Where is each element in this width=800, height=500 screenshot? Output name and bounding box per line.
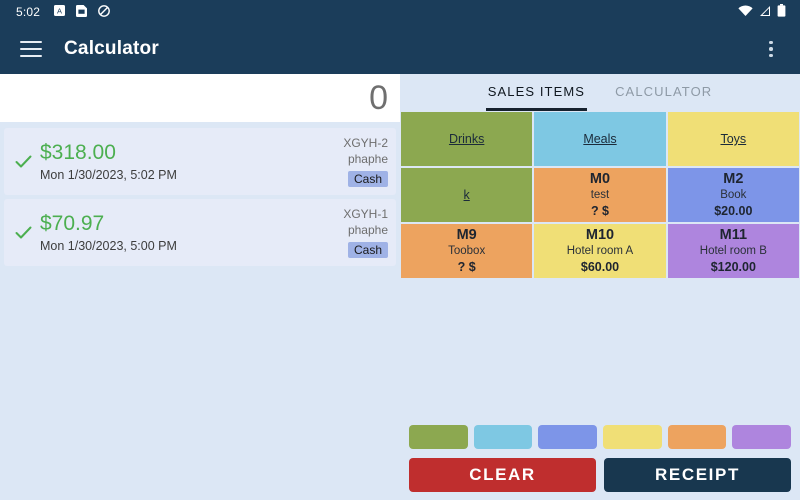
transaction-datetime: Mon 1/30/2023, 5:02 PM bbox=[40, 167, 177, 182]
color-swatch-cyan[interactable] bbox=[473, 425, 533, 449]
item-code: M10 bbox=[585, 227, 615, 244]
item-price: $120.00 bbox=[710, 259, 756, 274]
color-swatch-purple[interactable] bbox=[732, 425, 792, 449]
check-icon bbox=[10, 207, 36, 258]
item-cell-m0[interactable]: M0 test ? $ bbox=[534, 168, 666, 222]
battery-icon bbox=[777, 4, 786, 20]
item-cell-m11[interactable]: M11 Hotel room B $120.00 bbox=[667, 224, 799, 278]
category-cell-drinks[interactable]: Drinks bbox=[401, 112, 533, 166]
color-swatch-orange[interactable] bbox=[667, 425, 727, 449]
item-cell-m10[interactable]: M10 Hotel room A $60.00 bbox=[534, 224, 666, 278]
item-code: M9 bbox=[456, 227, 477, 244]
page-title: Calculator bbox=[64, 38, 159, 59]
item-name: Book bbox=[720, 188, 747, 201]
item-price: ? $ bbox=[590, 203, 610, 218]
item-code: M11 bbox=[719, 227, 748, 244]
amount-display[interactable]: 0 bbox=[0, 74, 400, 122]
bottom-controls: CLEAR RECEIPT bbox=[400, 425, 800, 500]
transaction-datetime: Mon 1/30/2023, 5:00 PM bbox=[40, 238, 177, 253]
category-label: k bbox=[463, 188, 470, 202]
sales-items-grid: Drinks Meals Toys k M0 test ? $ M2 Book … bbox=[400, 112, 800, 278]
receipt-button[interactable]: RECEIPT bbox=[604, 458, 791, 492]
item-name: test bbox=[590, 188, 610, 201]
wifi-icon bbox=[738, 4, 753, 20]
transaction-customer: phaphe bbox=[347, 223, 388, 237]
transaction-details: $70.97 Mon 1/30/2023, 5:00 PM bbox=[36, 207, 312, 258]
hamburger-menu-icon[interactable] bbox=[20, 41, 42, 57]
svg-text:A: A bbox=[57, 6, 62, 15]
app-screen: 5:02 A Calculator 0 $318.00 Mon 1/30/202… bbox=[0, 0, 800, 500]
item-code: M2 bbox=[723, 171, 744, 188]
status-bar-notification-icons: A bbox=[54, 4, 111, 20]
transaction-amount: $70.97 bbox=[40, 211, 105, 235]
payment-method-badge: Cash bbox=[347, 171, 388, 187]
transaction-meta: XGYH-2 phaphe Cash bbox=[312, 136, 388, 187]
transaction-row[interactable]: $318.00 Mon 1/30/2023, 5:02 PM XGYH-2 ph… bbox=[4, 128, 396, 195]
item-name: Toobox bbox=[448, 244, 486, 257]
clear-button[interactable]: CLEAR bbox=[409, 458, 596, 492]
transaction-row[interactable]: $70.97 Mon 1/30/2023, 5:00 PM XGYH-1 pha… bbox=[4, 199, 396, 266]
color-swatch-yellow[interactable] bbox=[603, 425, 662, 449]
category-label: Toys bbox=[720, 132, 747, 146]
category-label: Drinks bbox=[448, 132, 485, 146]
category-cell-k[interactable]: k bbox=[401, 168, 533, 222]
sales-pane: SALES ITEMS CALCULATOR Drinks Meals Toys… bbox=[400, 74, 800, 500]
color-swatch-blue[interactable] bbox=[538, 425, 598, 449]
category-cell-meals[interactable]: Meals bbox=[534, 112, 666, 166]
overflow-menu-icon[interactable] bbox=[760, 38, 782, 60]
cell-signal-icon bbox=[759, 5, 771, 20]
a-badge-icon: A bbox=[54, 5, 66, 19]
category-label: Meals bbox=[583, 132, 617, 146]
item-price: ? $ bbox=[457, 259, 476, 274]
status-bar-system-icons bbox=[738, 4, 786, 20]
do-not-disturb-icon bbox=[98, 4, 111, 20]
action-button-row: CLEAR RECEIPT bbox=[406, 458, 794, 492]
item-code: M0 bbox=[589, 171, 611, 188]
transaction-customer: phaphe bbox=[347, 152, 388, 166]
transaction-code: XGYH-2 bbox=[343, 136, 388, 150]
category-cell-toys[interactable]: Toys bbox=[667, 112, 799, 166]
color-swatch-green[interactable] bbox=[409, 425, 468, 449]
transactions-pane: 0 $318.00 Mon 1/30/2023, 5:02 PM XGYH-2 … bbox=[0, 74, 400, 500]
item-price: $60.00 bbox=[580, 259, 620, 274]
sd-card-icon bbox=[76, 4, 88, 20]
main-content: 0 $318.00 Mon 1/30/2023, 5:02 PM XGYH-2 … bbox=[0, 74, 800, 500]
status-bar: 5:02 A bbox=[0, 0, 800, 24]
transaction-details: $318.00 Mon 1/30/2023, 5:02 PM bbox=[36, 136, 312, 187]
item-cell-m2[interactable]: M2 Book $20.00 bbox=[667, 168, 799, 222]
payment-method-badge: Cash bbox=[347, 242, 388, 258]
transaction-amount: $318.00 bbox=[40, 140, 116, 164]
app-bar: Calculator bbox=[0, 24, 800, 74]
status-bar-clock: 5:02 bbox=[16, 5, 41, 19]
item-name: Hotel room A bbox=[566, 244, 634, 257]
item-cell-m9[interactable]: M9 Toobox ? $ bbox=[401, 224, 533, 278]
tab-bar: SALES ITEMS CALCULATOR bbox=[400, 74, 800, 112]
transaction-list: $318.00 Mon 1/30/2023, 5:02 PM XGYH-2 ph… bbox=[0, 122, 400, 266]
item-name: Hotel room B bbox=[699, 244, 767, 257]
item-price: $20.00 bbox=[714, 203, 753, 218]
tab-calculator[interactable]: CALCULATOR bbox=[613, 76, 714, 111]
transaction-code: XGYH-1 bbox=[343, 207, 388, 221]
color-swatch-row bbox=[406, 425, 794, 449]
check-icon bbox=[10, 136, 36, 187]
display-value: 0 bbox=[369, 79, 388, 117]
tab-sales-items[interactable]: SALES ITEMS bbox=[485, 76, 588, 111]
transaction-meta: XGYH-1 phaphe Cash bbox=[312, 207, 388, 258]
